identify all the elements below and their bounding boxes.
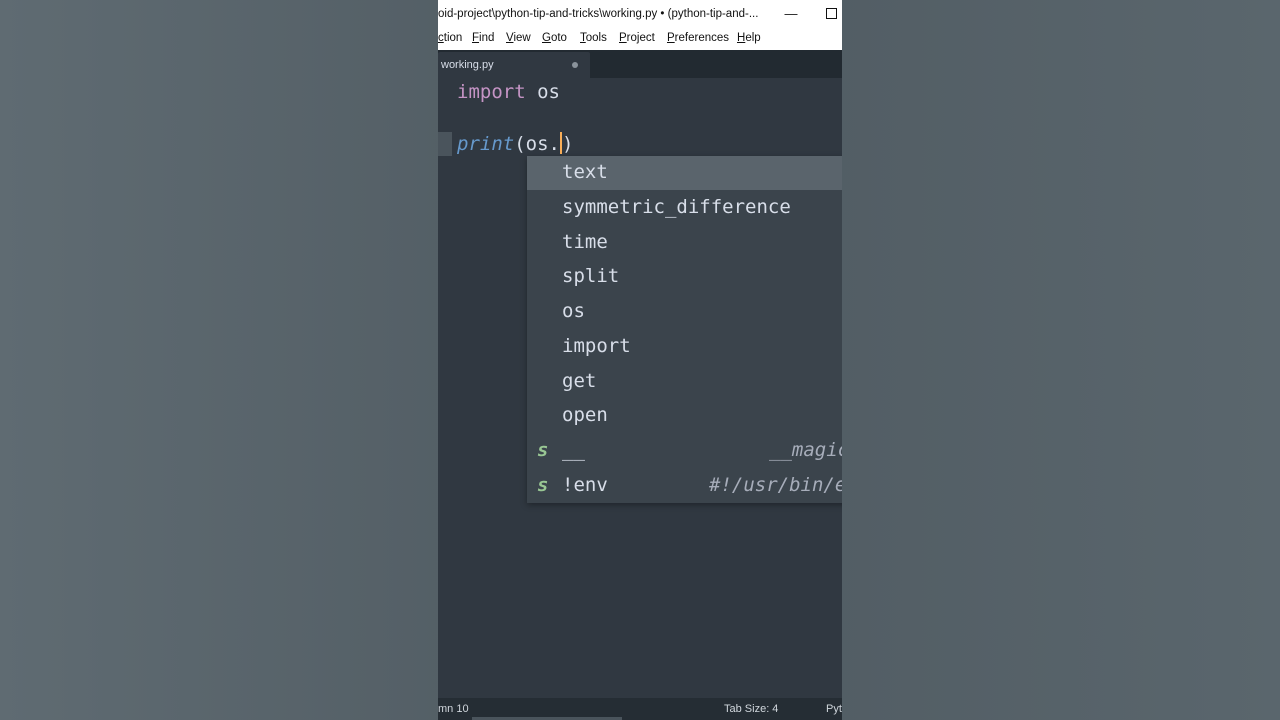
tab-bar: working.py xyxy=(438,50,842,78)
code-after-caret: ) xyxy=(561,133,574,155)
completion-label: symmetric_difference xyxy=(562,196,791,218)
editor-window: oid-project\python-tip-and-tricks\workin… xyxy=(438,0,842,720)
code-before-caret: (os. xyxy=(514,133,560,155)
completion-item[interactable]: split xyxy=(527,260,842,294)
menu-help[interactable]: Help xyxy=(737,32,761,44)
cursor-position[interactable]: mn 10 xyxy=(438,703,469,715)
completion-label: get xyxy=(562,370,597,392)
completion-label: time xyxy=(562,231,608,253)
snippet-kind-icon: s xyxy=(537,474,549,496)
menu-view[interactable]: View xyxy=(506,32,531,44)
completion-item[interactable]: time xyxy=(527,226,842,260)
tab-size[interactable]: Tab Size: 4 xyxy=(724,703,778,715)
code-line-3: print(os.) xyxy=(457,132,573,155)
minimize-button[interactable]: — xyxy=(784,6,798,21)
completion-label: open xyxy=(562,404,608,426)
completion-item[interactable]: get xyxy=(527,365,842,399)
menu-find[interactable]: Find xyxy=(472,32,494,44)
completion-label: !env xyxy=(562,474,608,496)
keyword-import: import xyxy=(457,81,526,103)
modified-dot-icon[interactable] xyxy=(572,62,578,68)
menu-tools[interactable]: Tools xyxy=(580,32,607,44)
menu-preferences[interactable]: Preferences xyxy=(667,32,729,44)
completion-item[interactable]: text xyxy=(527,156,842,190)
module-name: os xyxy=(525,81,560,103)
menu-goto[interactable]: Goto xyxy=(542,32,567,44)
current-line-marker xyxy=(438,132,452,156)
completion-item[interactable]: symmetric_difference xyxy=(527,191,842,225)
completion-item[interactable]: s __ __magic xyxy=(527,434,842,468)
snippet-kind-icon: s xyxy=(537,439,549,461)
window-title: oid-project\python-tip-and-tricks\workin… xyxy=(438,8,759,20)
completion-label: split xyxy=(562,265,620,287)
menu-bar: ction Find View Goto Tools Project Prefe… xyxy=(438,28,842,50)
completion-item[interactable]: os xyxy=(527,295,842,329)
menu-project[interactable]: Project xyxy=(619,32,655,44)
completion-label: __ xyxy=(562,439,585,461)
maximize-button[interactable] xyxy=(826,8,837,19)
code-editor[interactable]: import os print(os.) text symmetric_diff… xyxy=(438,78,842,698)
completion-item[interactable]: import xyxy=(527,330,842,364)
function-print: print xyxy=(457,133,515,155)
syntax-mode[interactable]: Pyt xyxy=(826,703,842,715)
completion-item[interactable]: open xyxy=(527,399,842,433)
completion-hint: #!/usr/bin/e xyxy=(709,474,842,496)
autocomplete-popup: text symmetric_difference time split os … xyxy=(527,156,842,503)
code-line-1: import os xyxy=(457,81,560,103)
completion-label: text xyxy=(562,161,608,183)
completion-label: os xyxy=(562,300,585,322)
title-bar: oid-project\python-tip-and-tricks\workin… xyxy=(438,0,842,28)
completion-item[interactable]: s !env #!/usr/bin/e xyxy=(527,469,842,503)
menu-selection[interactable]: ction xyxy=(438,32,462,44)
completion-hint: __magic xyxy=(769,439,842,461)
tab-working-py[interactable]: working.py xyxy=(438,52,590,78)
completion-label: import xyxy=(562,335,631,357)
tab-label: working.py xyxy=(441,59,494,71)
